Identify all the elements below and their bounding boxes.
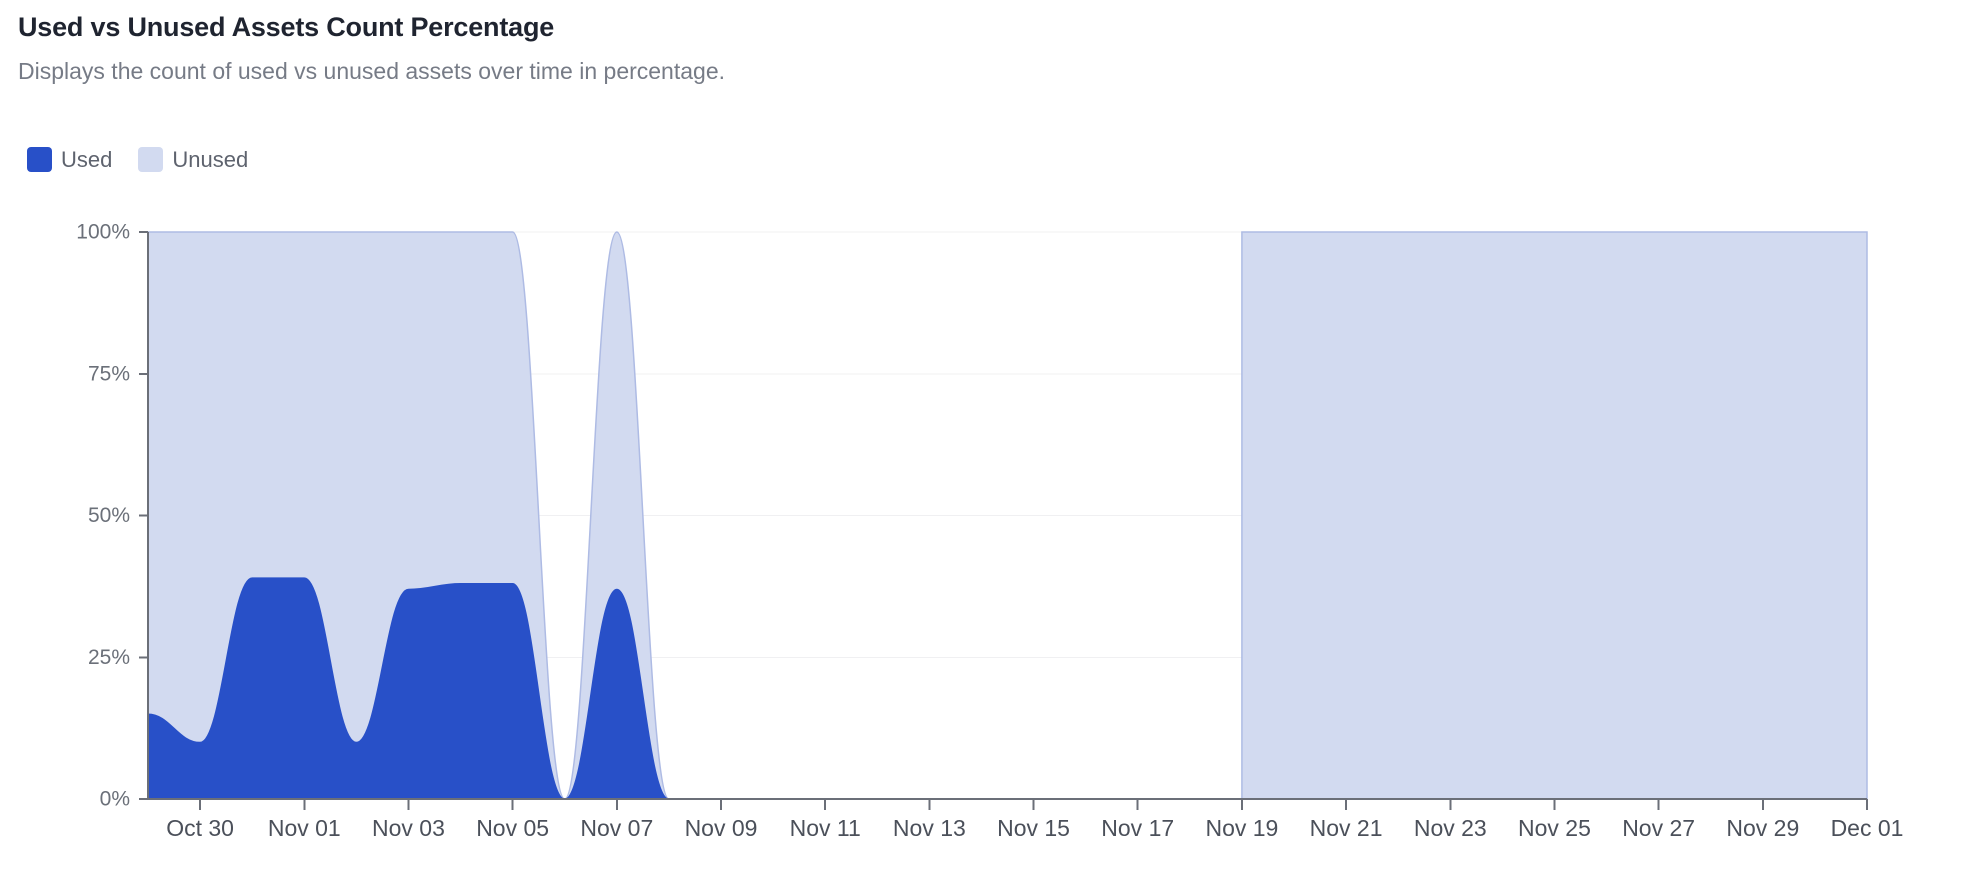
x-tick-label: Nov 03 (372, 815, 445, 841)
x-tick-label: Nov 19 (1205, 815, 1278, 841)
x-tick-label: Nov 21 (1310, 815, 1383, 841)
x-tick-label: Nov 25 (1518, 815, 1591, 841)
y-tick-label: 25% (88, 646, 130, 669)
x-tick-label: Nov 13 (893, 815, 966, 841)
x-tick-label: Nov 17 (1101, 815, 1174, 841)
x-tick-label: Nov 07 (580, 815, 653, 841)
area-chart-svg: 0% 25% 50% 75% 100% Oct 30 Nov 01 Nov 03 Nov 05… (76, 221, 1904, 841)
y-tick-label: 50% (88, 504, 130, 527)
x-tick-label: Nov 11 (790, 815, 861, 841)
x-tick-label: Nov 27 (1622, 815, 1695, 841)
y-tick-label: 100% (76, 221, 130, 244)
x-tick-label: Nov 29 (1726, 815, 1799, 841)
x-tick-label: Nov 05 (476, 815, 549, 841)
x-tick-label: Nov 09 (685, 815, 758, 841)
x-tick-label: Oct 30 (166, 815, 234, 841)
x-tick-label: Nov 15 (997, 815, 1070, 841)
x-tick-label: Nov 23 (1414, 815, 1487, 841)
x-tick-label: Nov 01 (268, 815, 341, 841)
x-axis: Oct 30 Nov 01 Nov 03 Nov 05 Nov 07 Nov 09 Nov … (148, 798, 1904, 841)
y-tick-label: 0% (100, 788, 130, 811)
chart-card: Used vs Unused Assets Count Percentage D… (0, 0, 1972, 872)
x-tick-label: Dec 01 (1831, 815, 1904, 841)
plot-area: 0% 25% 50% 75% 100% Oct 30 Nov 01 Nov 03 Nov 05… (0, 0, 1972, 872)
y-axis: 0% 25% 50% 75% 100% (76, 221, 149, 811)
y-tick-label: 75% (88, 362, 130, 385)
